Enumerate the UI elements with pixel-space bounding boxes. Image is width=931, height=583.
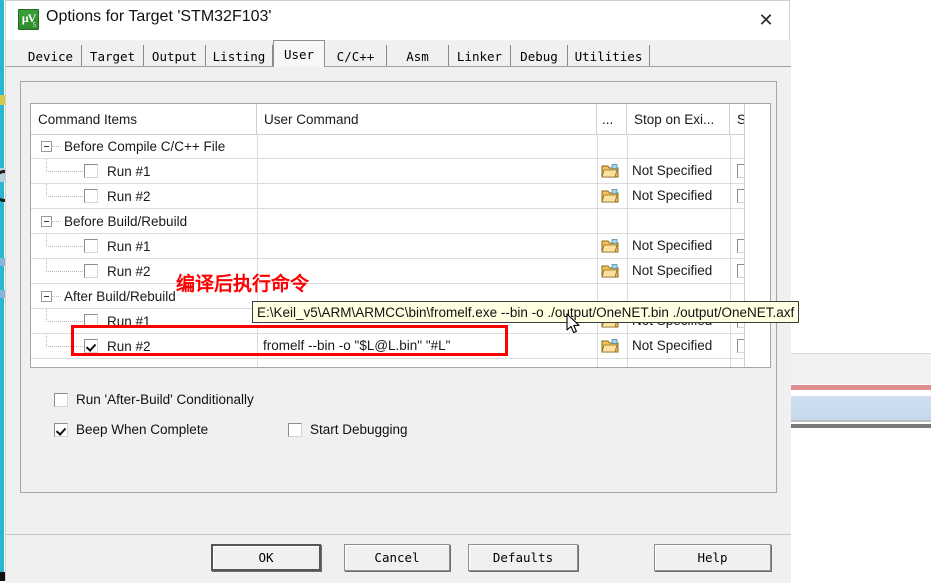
background-dark-line: [790, 424, 931, 428]
background-red-band: [790, 385, 931, 390]
row-checkbox[interactable]: [84, 264, 98, 278]
group-label: After Build/Rebuild: [64, 289, 176, 304]
header-command-items: Command Items: [31, 104, 257, 134]
checkbox[interactable]: [54, 392, 68, 407]
header-stop-on-exit: Stop on Exi...: [627, 104, 730, 134]
header-browse: ...: [597, 104, 627, 134]
help-button[interactable]: Help: [654, 544, 771, 571]
browse-folder-icon[interactable]: [601, 239, 619, 254]
checkbox-checked[interactable]: [54, 422, 68, 437]
user-command-value[interactable]: fromelf --bin -o "$L@L.bin" "#L": [263, 338, 450, 353]
row-checkbox[interactable]: [84, 314, 98, 328]
table-row[interactable]: Run #2 fromelf --bin -o "$L@L.bin" "#L" …: [31, 334, 770, 359]
tab-linker[interactable]: Linker: [449, 45, 511, 67]
grid-header-row: Command Items User Command ... Stop on E…: [31, 104, 770, 135]
stop-on-exit-value[interactable]: Not Specified: [632, 163, 712, 178]
table-row[interactable]: Run #2 Not Specified: [31, 184, 770, 209]
tab-asm[interactable]: Asm: [387, 45, 449, 67]
grid-vertical-scrollbar[interactable]: [744, 104, 770, 367]
row-label: Run #1: [107, 164, 151, 179]
row-checkbox[interactable]: [84, 189, 98, 203]
tree-connector: [46, 246, 84, 247]
table-row[interactable]: Run #2 Not Specified: [31, 259, 770, 284]
option-start-debugging[interactable]: Start Debugging: [288, 422, 408, 437]
tab-debug[interactable]: Debug: [511, 45, 568, 67]
tree-connector: [46, 171, 84, 172]
browse-folder-icon[interactable]: [601, 264, 619, 279]
options-for-target-dialog: µV 5 Options for Target 'STM32F103' ✕ Dev…: [5, 0, 800, 583]
row-checkbox[interactable]: [84, 164, 98, 178]
row-label: Run #2: [107, 189, 151, 204]
row-label: Run #1: [107, 239, 151, 254]
background-gray-band: [790, 353, 931, 384]
row-checkbox-checked[interactable]: [84, 339, 98, 353]
table-row[interactable]: Before Compile C/C++ File: [31, 134, 770, 159]
tree-connector: [46, 346, 84, 347]
dialog-title-bar: µV 5 Options for Target 'STM32F103' ✕: [6, 1, 789, 40]
tab-device[interactable]: Device: [20, 45, 82, 67]
tab-strip: Device Target Output Listing User C/C++ …: [6, 40, 791, 67]
expander-icon[interactable]: [41, 216, 52, 227]
stop-on-exit-value[interactable]: Not Specified: [632, 188, 712, 203]
tab-target[interactable]: Target: [82, 45, 144, 67]
option-run-after-build-conditionally[interactable]: Run 'After-Build' Conditionally: [54, 392, 254, 407]
expander-icon[interactable]: [41, 141, 52, 152]
group-label: Before Compile C/C++ File: [64, 139, 226, 154]
dialog-button-bar: OK Cancel Defaults Help: [6, 534, 791, 583]
table-row[interactable]: Run #1 Not Specified: [31, 234, 770, 259]
row-label: Run #2: [107, 264, 151, 279]
tab-utilities[interactable]: Utilities: [568, 45, 650, 67]
tree-connector: [52, 221, 62, 222]
stop-on-exit-value[interactable]: Not Specified: [632, 338, 712, 353]
option-beep-when-complete[interactable]: Beep When Complete: [54, 422, 208, 437]
browse-folder-icon[interactable]: [601, 339, 619, 354]
tree-connector: [52, 296, 62, 297]
row-label: Run #1: [107, 314, 151, 329]
tab-listing[interactable]: Listing: [206, 45, 273, 67]
browse-folder-icon[interactable]: [601, 189, 619, 204]
tree-connector: [52, 146, 62, 147]
close-icon[interactable]: ✕: [743, 1, 789, 40]
stop-on-exit-value[interactable]: Not Specified: [632, 263, 712, 278]
background-blue-band: [790, 396, 931, 420]
chinese-annotation-text: 编译后执行命令: [176, 273, 310, 295]
row-checkbox[interactable]: [84, 239, 98, 253]
tree-connector: [46, 321, 84, 322]
group-label: Before Build/Rebuild: [64, 214, 188, 229]
tab-output[interactable]: Output: [144, 45, 206, 67]
expander-icon[interactable]: [41, 291, 52, 302]
checkbox[interactable]: [288, 422, 302, 437]
row-label: Run #2: [107, 339, 151, 354]
keil-uvision-icon: µV 5: [18, 9, 39, 30]
ok-button[interactable]: OK: [211, 544, 321, 571]
tree-connector: [46, 271, 84, 272]
background-thin-line: [790, 420, 931, 422]
table-row[interactable]: Run #1 Not Specified: [31, 159, 770, 184]
tab-cpp[interactable]: C/C++: [325, 45, 387, 67]
stop-on-exit-value[interactable]: Not Specified: [632, 238, 712, 253]
command-tooltip: E:\Keil_v5\ARM\ARMCC\bin\fromelf.exe --b…: [252, 301, 800, 323]
header-user-command: User Command: [257, 104, 597, 134]
option-label: Run 'After-Build' Conditionally: [76, 392, 254, 407]
table-row[interactable]: Before Build/Rebuild: [31, 209, 770, 234]
mouse-cursor: [566, 313, 582, 340]
user-commands-panel: Command Items User Command ... Stop on E…: [20, 81, 777, 493]
defaults-button[interactable]: Defaults: [468, 544, 578, 571]
tree-connector: [46, 196, 84, 197]
option-label: Beep When Complete: [76, 422, 209, 437]
tab-user[interactable]: User: [273, 40, 325, 67]
cancel-button[interactable]: Cancel: [344, 544, 450, 571]
option-label: Start Debugging: [310, 422, 408, 437]
dialog-title: Options for Target 'STM32F103': [46, 8, 272, 25]
browse-folder-icon[interactable]: [601, 164, 619, 179]
user-commands-grid: Command Items User Command ... Stop on E…: [30, 103, 771, 368]
